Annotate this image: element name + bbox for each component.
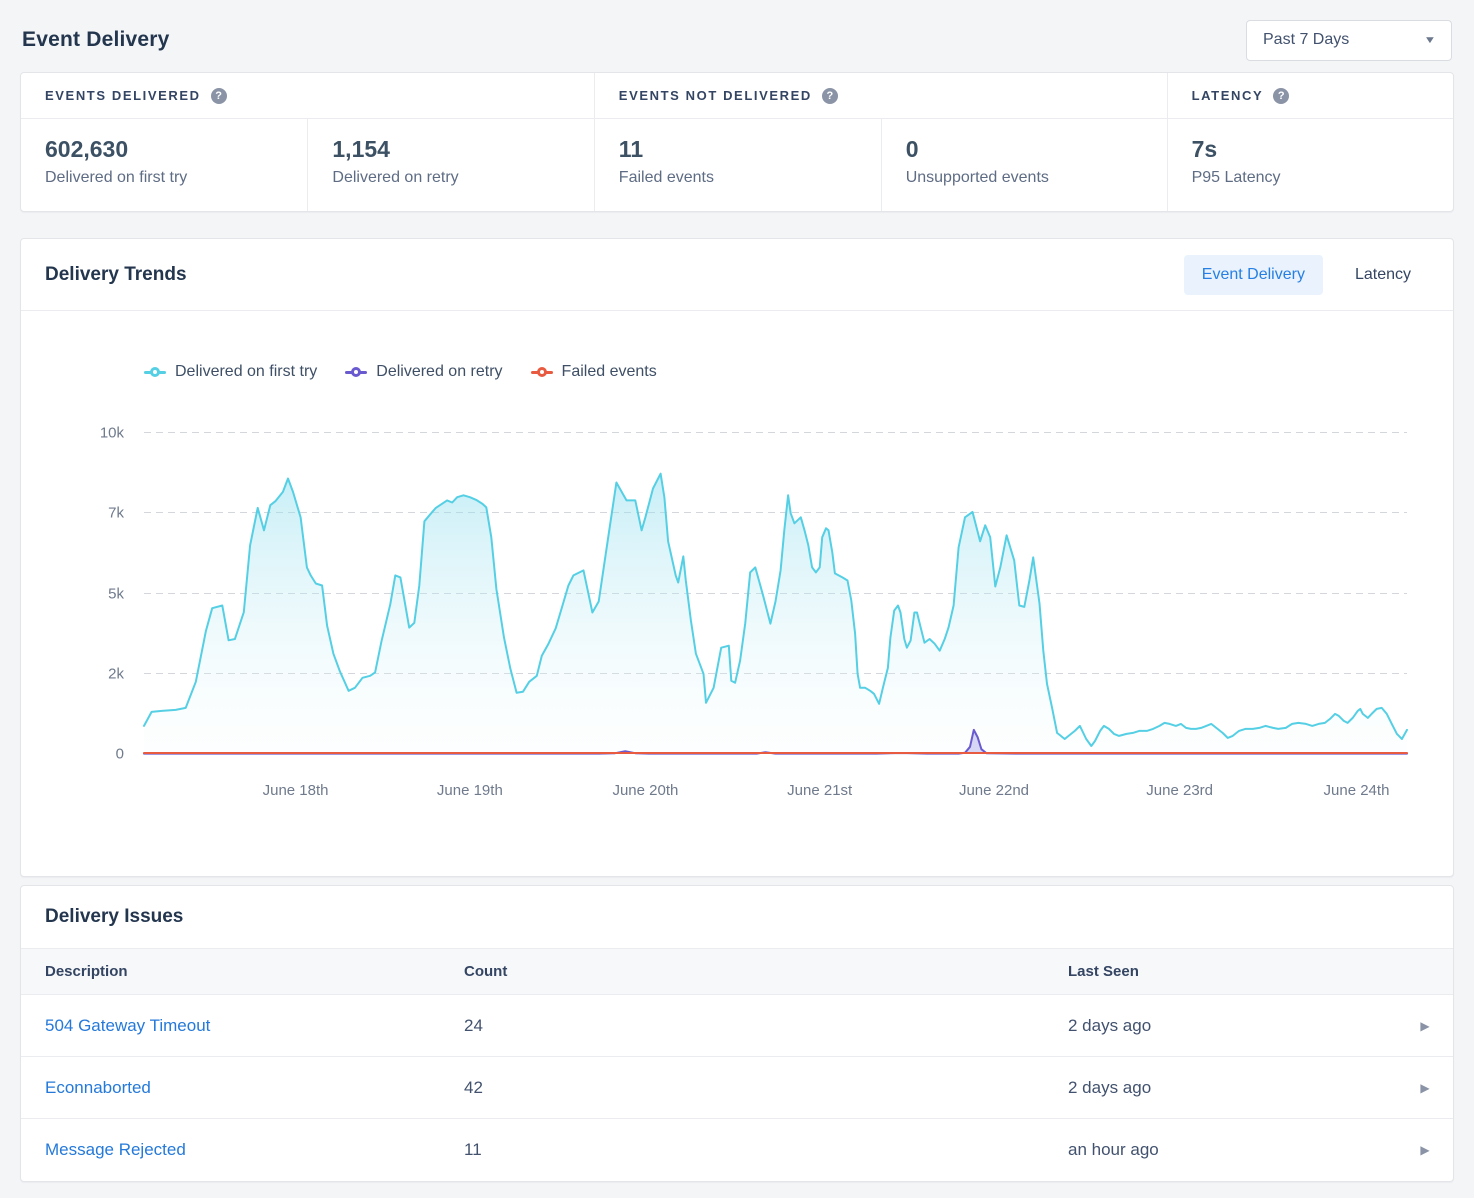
stat-group-label: LATENCY xyxy=(1192,88,1264,103)
stats-summary-card: EVENTS DELIVERED ? 602,630 Delivered on … xyxy=(20,72,1454,212)
issue-description-link[interactable]: 504 Gateway Timeout xyxy=(45,1016,464,1036)
delivery-trends-title: Delivery Trends xyxy=(45,264,187,286)
issue-count: 24 xyxy=(464,1016,1068,1036)
stat-group-header: LATENCY ? xyxy=(1168,73,1453,119)
chart-plot-area: 02k5k7k10k June 18thJune 19thJune 20thJu… xyxy=(144,433,1407,754)
x-axis-tick-label: June 24th xyxy=(1324,782,1390,799)
y-axis-tick-label: 2k xyxy=(66,665,124,682)
stat-failed-events: 11 Failed events xyxy=(595,119,881,211)
issue-count: 11 xyxy=(464,1140,1068,1160)
help-icon[interactable]: ? xyxy=(211,88,227,104)
tab-event-delivery[interactable]: Event Delivery xyxy=(1184,255,1323,295)
legend-marker-icon xyxy=(144,371,166,374)
event-delivery-dashboard: Event Delivery Past 7 Days ▼ EVENTS DELI… xyxy=(0,0,1474,1198)
stat-group-events-delivered: EVENTS DELIVERED ? 602,630 Delivered on … xyxy=(21,73,594,211)
chevron-down-icon: ▼ xyxy=(1424,35,1437,46)
stat-group-label: EVENTS DELIVERED xyxy=(45,88,201,103)
stat-label: Delivered on first try xyxy=(45,169,283,187)
legend-label: Failed events xyxy=(562,363,657,381)
date-range-dropdown[interactable]: Past 7 Days ▼ xyxy=(1246,20,1452,61)
issues-table-header: Description Count Last Seen xyxy=(21,948,1453,995)
issue-row[interactable]: 504 Gateway Timeout 24 2 days ago ▶ xyxy=(21,995,1453,1057)
delivery-trends-chart: Delivered on first try Delivered on retry… xyxy=(21,311,1453,876)
stat-group-latency: LATENCY ? 7s P95 Latency xyxy=(1167,73,1453,211)
delivery-trends-card: Delivery Trends Event Delivery Latency D… xyxy=(20,238,1454,877)
legend-item[interactable]: Failed events xyxy=(531,363,657,381)
stat-label: P95 Latency xyxy=(1192,169,1429,187)
stat-label: Unsupported events xyxy=(906,169,1143,187)
topbar: Event Delivery Past 7 Days ▼ xyxy=(16,16,1458,64)
issues-table-body: 504 Gateway Timeout 24 2 days ago ▶ Econ… xyxy=(21,995,1453,1181)
legend-marker-icon xyxy=(531,371,553,374)
issue-count: 42 xyxy=(464,1078,1068,1098)
stat-value: 7s xyxy=(1192,136,1429,163)
stat-group-label: EVENTS NOT DELIVERED xyxy=(619,88,812,103)
stat-value: 0 xyxy=(906,136,1143,163)
x-axis-tick-label: June 22nd xyxy=(959,782,1029,799)
y-axis-tick-label: 5k xyxy=(66,585,124,602)
stat-group-header: EVENTS DELIVERED ? xyxy=(21,73,594,119)
stat-group-header: EVENTS NOT DELIVERED ? xyxy=(595,73,1167,119)
trends-tabs: Event Delivery Latency xyxy=(1184,255,1429,295)
y-axis-tick-label: 7k xyxy=(66,505,124,522)
column-last-seen: Last Seen xyxy=(1068,963,1397,980)
stat-value: 11 xyxy=(619,136,857,163)
legend-item[interactable]: Delivered on retry xyxy=(345,363,502,381)
x-axis-tick-label: June 18th xyxy=(263,782,329,799)
help-icon[interactable]: ? xyxy=(1273,88,1289,104)
stat-unsupported-events: 0 Unsupported events xyxy=(881,119,1167,211)
issue-last-seen: an hour ago xyxy=(1068,1140,1397,1160)
chevron-right-icon[interactable]: ▶ xyxy=(1397,1143,1453,1157)
stat-value: 1,154 xyxy=(332,136,569,163)
stat-p95-latency: 7s P95 Latency xyxy=(1168,119,1453,211)
issue-description-link[interactable]: Econnaborted xyxy=(45,1078,464,1098)
chart-svg xyxy=(144,433,1407,754)
x-axis-tick-label: June 21st xyxy=(787,782,852,799)
legend-label: Delivered on retry xyxy=(376,363,502,381)
column-description: Description xyxy=(45,963,464,980)
stat-group-events-not-delivered: EVENTS NOT DELIVERED ? 11 Failed events … xyxy=(594,73,1167,211)
delivery-issues-card: Delivery Issues Description Count Last S… xyxy=(20,885,1454,1182)
legend-marker-icon xyxy=(345,371,367,374)
help-icon[interactable]: ? xyxy=(822,88,838,104)
stat-delivered-retry: 1,154 Delivered on retry xyxy=(307,119,593,211)
issue-description-link[interactable]: Message Rejected xyxy=(45,1140,464,1160)
issue-row[interactable]: Econnaborted 42 2 days ago ▶ xyxy=(21,1057,1453,1119)
delivery-issues-title: Delivery Issues xyxy=(45,906,1429,928)
stat-value: 602,630 xyxy=(45,136,283,163)
delivery-issues-header: Delivery Issues xyxy=(21,886,1453,948)
legend-label: Delivered on first try xyxy=(175,363,317,381)
stat-label: Failed events xyxy=(619,169,857,187)
chevron-right-icon[interactable]: ▶ xyxy=(1397,1019,1453,1033)
y-axis-tick-label: 10k xyxy=(66,425,124,442)
x-axis-tick-label: June 20th xyxy=(612,782,678,799)
x-axis-tick-label: June 23rd xyxy=(1146,782,1213,799)
y-axis-tick-label: 0 xyxy=(66,746,124,763)
issue-last-seen: 2 days ago xyxy=(1068,1078,1397,1098)
tab-latency[interactable]: Latency xyxy=(1337,255,1429,295)
stat-label: Delivered on retry xyxy=(332,169,569,187)
column-count: Count xyxy=(464,963,1068,980)
legend-item[interactable]: Delivered on first try xyxy=(144,363,317,381)
date-range-value: Past 7 Days xyxy=(1263,31,1349,49)
x-axis-tick-label: June 19th xyxy=(437,782,503,799)
delivery-trends-header: Delivery Trends Event Delivery Latency xyxy=(21,239,1453,311)
issue-last-seen: 2 days ago xyxy=(1068,1016,1397,1036)
issue-row[interactable]: Message Rejected 11 an hour ago ▶ xyxy=(21,1119,1453,1181)
chart-legend: Delivered on first try Delivered on retry… xyxy=(144,363,657,381)
chevron-right-icon[interactable]: ▶ xyxy=(1397,1081,1453,1095)
stat-delivered-first-try: 602,630 Delivered on first try xyxy=(21,119,307,211)
page-title: Event Delivery xyxy=(22,28,170,52)
